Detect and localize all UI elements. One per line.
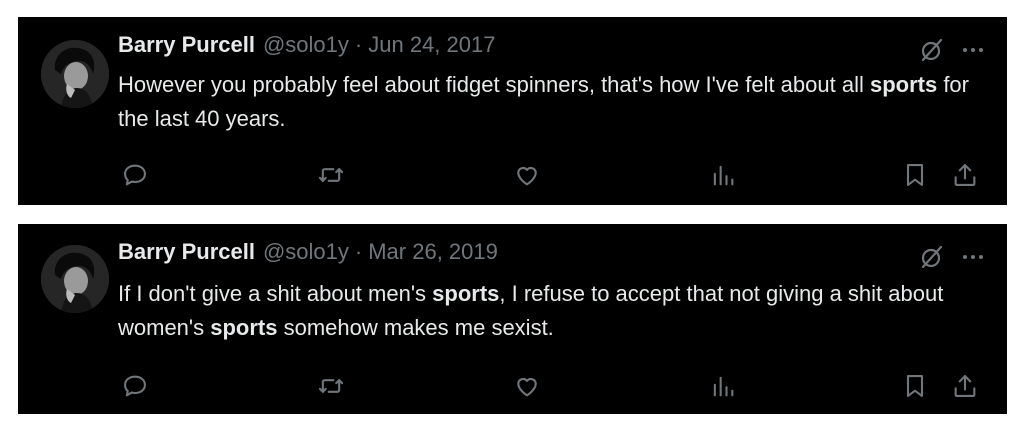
tweet-header: Barry Purcell @solo1y · Mar 26, 2019 [118,239,498,271]
avatar[interactable] [41,40,109,108]
tweet-text: However you probably feel about fidget s… [118,68,978,136]
reply-icon[interactable] [120,371,150,401]
text-part: If I don't give a shit about men's [118,281,433,306]
tweet-date[interactable]: Jun 24, 2017 [368,32,495,58]
tweet-card[interactable]: Barry Purcell @solo1y · Mar 26, 2019 If … [18,224,1007,414]
bookmark-icon[interactable] [900,160,930,190]
reply-icon[interactable] [120,160,150,190]
tweet-header: Barry Purcell @solo1y · Jun 24, 2017 [118,32,495,64]
meta-separator: · [354,32,363,57]
views-icon[interactable] [708,160,738,190]
avatar[interactable] [41,245,109,313]
grok-icon[interactable] [919,37,945,63]
retweet-icon[interactable] [316,160,346,190]
action-bar [118,371,978,403]
author-name[interactable]: Barry Purcell [118,32,255,58]
tweet-card[interactable]: Barry Purcell @solo1y · Jun 24, 2017 How… [18,17,1007,205]
text-part-bold: sports [210,315,278,340]
text-part-bold: sports [869,72,938,97]
text-part: somehow makes me sexist. [277,315,554,340]
retweet-icon[interactable] [316,371,346,401]
meta-separator: · [354,239,363,264]
bookmark-icon[interactable] [900,371,930,401]
author-handle[interactable]: @solo1y [263,239,349,265]
more-icon[interactable] [961,38,985,62]
text-part: However you probably feel about fidget s… [118,72,870,97]
views-icon[interactable] [708,371,738,401]
author-name[interactable]: Barry Purcell [118,239,255,265]
action-bar [118,160,978,192]
like-icon[interactable] [512,160,542,190]
tweet-text: If I don't give a shit about men's sport… [118,277,978,345]
text-part-bold: sports [432,281,500,306]
tweet-date[interactable]: Mar 26, 2019 [368,239,498,265]
grok-icon[interactable] [919,244,945,270]
more-icon[interactable] [961,245,985,269]
author-handle[interactable]: @solo1y [263,32,349,58]
like-icon[interactable] [512,371,542,401]
share-icon[interactable] [950,160,980,190]
share-icon[interactable] [950,371,980,401]
